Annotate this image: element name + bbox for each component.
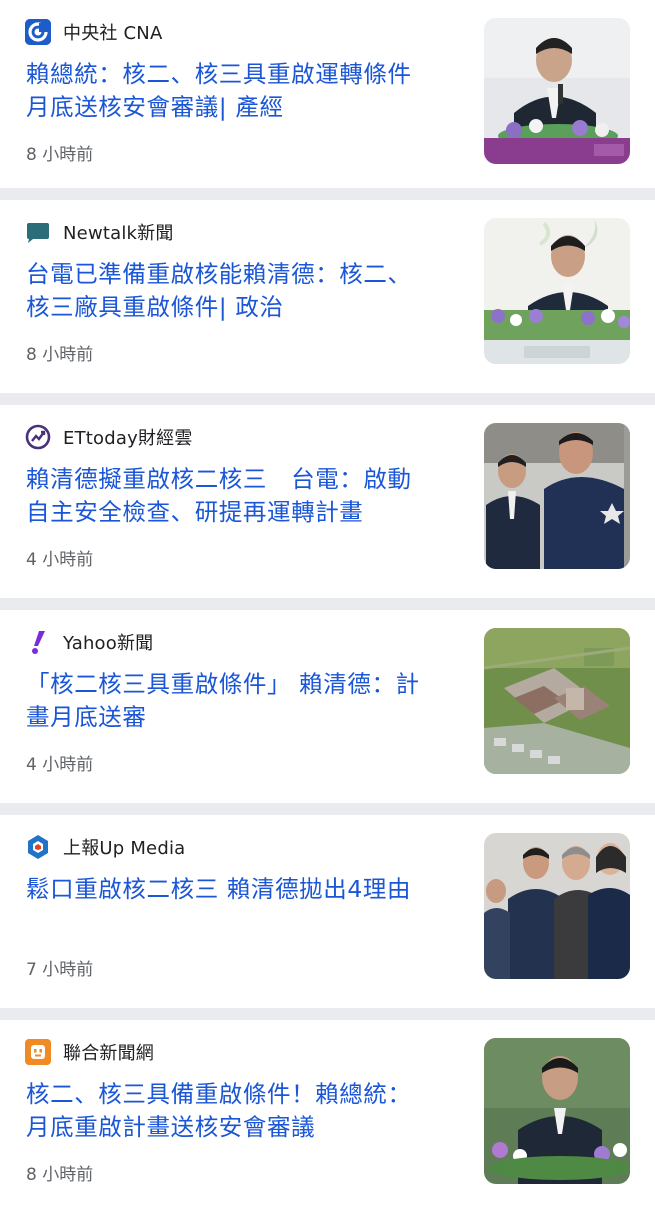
news-card[interactable]: Yahoo新聞 「核二核三具重啟條件」 賴清德：計 畫月底送審 4 小時前 bbox=[0, 610, 655, 803]
nuclear-plant-aerial-image[interactable] bbox=[484, 628, 630, 774]
president-portrait-flowers-image[interactable] bbox=[484, 1038, 630, 1184]
news-feed: 中央社 CNA 賴總統：核二、核三具重啟運轉條件 月底送核安會審議| 產經 8 … bbox=[0, 0, 655, 1213]
headline-link[interactable]: 核二、核三具備重啟條件！賴總統： 月底重啟計畫送核安會審議 bbox=[26, 1078, 446, 1144]
source-name: Newtalk新聞 bbox=[63, 223, 174, 244]
yahoo-logo-icon bbox=[25, 629, 51, 655]
news-card[interactable]: 上報Up Media 鬆口重啟核二核三 賴清德拋出4理由 7 小時前 bbox=[0, 815, 655, 1008]
source-row[interactable]: 中央社 CNA bbox=[25, 18, 162, 46]
source-row[interactable]: 上報Up Media bbox=[25, 833, 185, 861]
news-card[interactable]: 中央社 CNA 賴總統：核二、核三具重啟運轉條件 月底送核安會審議| 產經 8 … bbox=[0, 0, 655, 188]
news-card[interactable]: ETtoday財經雲 賴清德擬重啟核二核三 台電：啟動 自主安全檢查、研提再運轉… bbox=[0, 405, 655, 598]
source-row[interactable]: ETtoday財經雲 bbox=[25, 423, 193, 451]
upmedia-logo-icon bbox=[25, 834, 51, 860]
timestamp: 8 小時前 bbox=[26, 145, 94, 165]
headline-link[interactable]: 「核二核三具重啟條件」 賴清德：計 畫月底送審 bbox=[26, 668, 446, 734]
source-name: ETtoday財經雲 bbox=[63, 428, 193, 449]
ettoday-logo-icon bbox=[25, 424, 51, 450]
source-name: 上報Up Media bbox=[63, 838, 186, 859]
timestamp: 4 小時前 bbox=[26, 755, 94, 775]
source-row[interactable]: 聯合新聞網 bbox=[25, 1038, 154, 1066]
source-name: 聯合新聞網 bbox=[63, 1043, 154, 1064]
headline-link[interactable]: 鬆口重啟核二核三 賴清德拋出4理由 bbox=[26, 873, 446, 906]
headline-link[interactable]: 賴總統：核二、核三具重啟運轉條件 月底送核安會審議| 產經 bbox=[26, 58, 446, 124]
cna-logo-icon bbox=[25, 19, 51, 45]
timestamp: 8 小時前 bbox=[26, 1165, 94, 1185]
headline-link[interactable]: 賴清德擬重啟核二核三 台電：啟動 自主安全檢查、研提再運轉計畫 bbox=[26, 463, 446, 529]
president-speaking-podium-image[interactable] bbox=[484, 18, 630, 164]
president-speaking-flowers-image[interactable] bbox=[484, 218, 630, 364]
timestamp: 4 小時前 bbox=[26, 550, 94, 570]
source-row[interactable]: Yahoo新聞 bbox=[25, 628, 153, 656]
udn-logo-icon bbox=[25, 1039, 51, 1065]
source-name: Yahoo新聞 bbox=[63, 633, 154, 654]
president-group-walking-image[interactable] bbox=[484, 833, 630, 979]
news-card[interactable]: Newtalk新聞 台電已準備重啟核能賴清德：核二、 核三廠具重啟條件| 政治 … bbox=[0, 200, 655, 393]
headline-link[interactable]: 台電已準備重啟核能賴清德：核二、 核三廠具重啟條件| 政治 bbox=[26, 258, 446, 324]
source-name: 中央社 CNA bbox=[63, 23, 163, 44]
news-card[interactable]: 聯合新聞網 核二、核三具備重啟條件！賴總統： 月底重啟計畫送核安會審議 8 小時… bbox=[0, 1020, 655, 1213]
president-and-official-image[interactable] bbox=[484, 423, 630, 569]
timestamp: 8 小時前 bbox=[26, 345, 94, 365]
source-row[interactable]: Newtalk新聞 bbox=[25, 218, 174, 246]
timestamp: 7 小時前 bbox=[26, 960, 94, 980]
newtalk-logo-icon bbox=[25, 219, 51, 245]
